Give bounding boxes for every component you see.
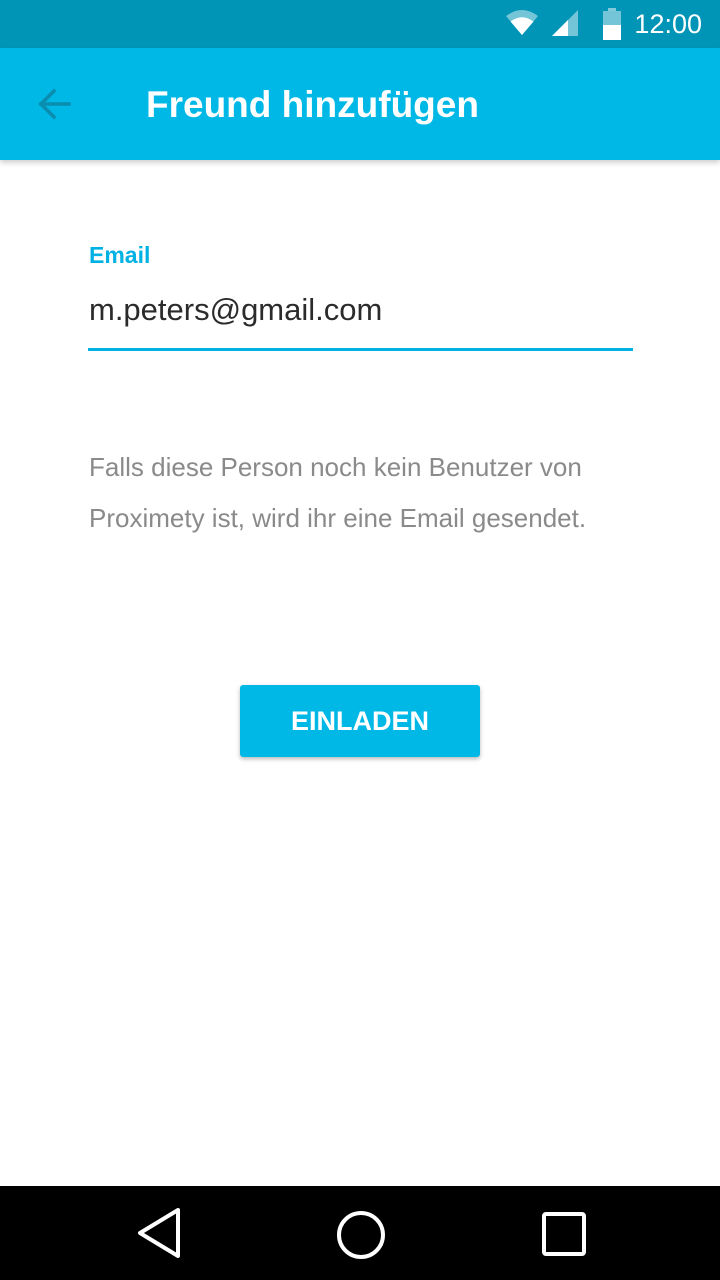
email-underline	[88, 348, 633, 351]
hint-line-2: Proximety ist, wird ihr eine Email gesen…	[89, 503, 587, 533]
wifi-icon	[506, 10, 538, 41]
status-clock: 12:00	[634, 9, 702, 39]
triangle-back-icon	[128, 1208, 192, 1269]
email-label: Email	[89, 242, 151, 268]
page-title: Freund hinzufügen	[146, 84, 479, 125]
system-nav-bar	[0, 1186, 720, 1280]
add-friend-screen: 12:00 Freund hinzufügen Email Falls dies…	[0, 0, 720, 1280]
nav-back-button[interactable]	[128, 1201, 192, 1265]
status-bar: 12:00	[0, 0, 720, 48]
nav-recents-button[interactable]	[532, 1201, 596, 1265]
circle-home-icon	[329, 1211, 393, 1269]
square-recents-icon	[532, 1212, 596, 1269]
nav-home-button[interactable]	[329, 1201, 393, 1265]
invite-hint-text: Falls diese Person noch kein Benutzer vo…	[89, 442, 649, 544]
email-field[interactable]	[88, 286, 634, 334]
signal-icon	[552, 10, 578, 41]
app-bar: Freund hinzufügen	[0, 48, 720, 160]
hint-line-1: Falls diese Person noch kein Benutzer vo…	[89, 452, 582, 482]
back-button[interactable]	[26, 76, 82, 132]
invite-button[interactable]: EINLADEN	[240, 685, 480, 757]
battery-icon	[602, 8, 622, 45]
